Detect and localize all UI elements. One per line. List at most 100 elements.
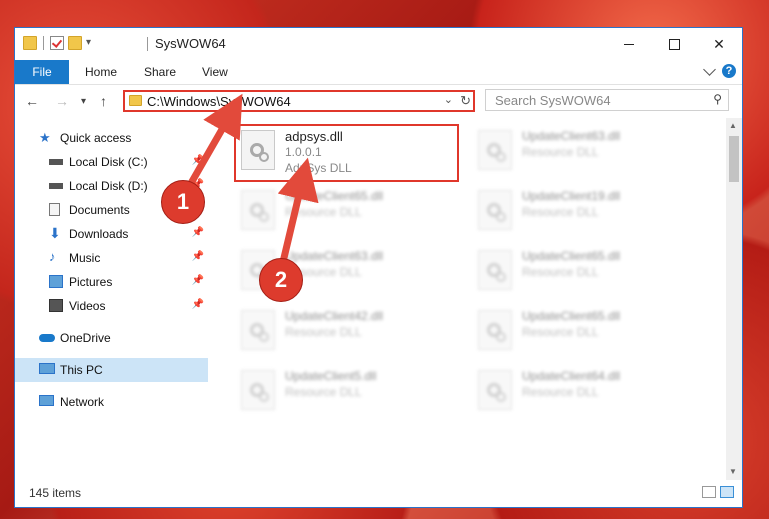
sidebar-item-label: Network [60, 395, 105, 409]
file-name: UpdateClient19.dll [522, 189, 621, 203]
dll-file-icon [241, 310, 275, 350]
sidebar-item-local-disk-c[interactable]: Local Disk (C:) 📌 [15, 150, 208, 174]
details-view-icon[interactable] [702, 486, 716, 498]
new-folder-icon[interactable] [68, 36, 82, 50]
drive-icon [49, 183, 63, 189]
tab-share[interactable]: Share [130, 60, 190, 84]
sidebar-item-label: Music [69, 251, 101, 265]
vertical-scrollbar[interactable]: ▲ ▼ [726, 118, 742, 480]
back-arrow-icon[interactable]: ← [25, 93, 39, 109]
search-icon[interactable]: ⚲ [713, 92, 722, 106]
address-bar[interactable]: C:\Windows\SysWOW64 ⌄ ↻ [123, 90, 475, 112]
scroll-down-icon[interactable]: ▼ [729, 467, 737, 476]
address-folder-icon [129, 95, 142, 106]
recent-locations-icon[interactable]: ▾ [81, 96, 86, 107]
dll-file-icon [478, 310, 512, 350]
folder-icon[interactable] [23, 36, 37, 50]
address-path[interactable]: C:\Windows\SysWOW64 [147, 94, 291, 109]
file-type: Resource DLL [522, 205, 599, 219]
dll-file-icon [241, 370, 275, 410]
item-count: 145 items [29, 486, 82, 500]
sidebar-item-quick-access[interactable]: ★ Quick access [15, 126, 208, 150]
view-switcher [702, 486, 734, 498]
sidebar-item-label: Quick access [60, 131, 132, 145]
ribbon-right-controls: ? [703, 63, 736, 78]
step-marker-2: 2 [259, 258, 303, 302]
file-name: UpdateClient65.dll [522, 249, 621, 263]
search-box[interactable]: Search SysWOW64 ⚲ [485, 89, 729, 111]
file-item[interactable]: UpdateClient65.dll Resource DLL [474, 246, 694, 298]
tab-file[interactable]: File [15, 60, 69, 84]
file-item[interactable]: UpdateClient5.dll Resource DLL [237, 366, 457, 418]
tiles-view-icon[interactable] [720, 486, 734, 498]
pin-icon: 📌 [191, 299, 204, 310]
file-type: Resource DLL [522, 145, 599, 159]
pin-icon: 📌 [191, 155, 204, 166]
sidebar-item-label: Videos [69, 299, 106, 313]
dll-file-icon [241, 190, 275, 230]
up-arrow-icon[interactable]: ↑ [100, 93, 107, 109]
expand-ribbon-icon[interactable] [703, 63, 716, 76]
file-name: UpdateClient65.dll [522, 309, 621, 323]
pin-icon: 📌 [191, 251, 204, 262]
sidebar-item-network[interactable]: Network [15, 390, 208, 414]
file-type: Resource DLL [522, 325, 599, 339]
close-icon: ✕ [713, 35, 725, 52]
file-item[interactable]: UpdateClient64.dll Resource DLL [474, 366, 694, 418]
sidebar-item-music[interactable]: ♪ Music 📌 [15, 246, 208, 270]
computer-icon [39, 363, 55, 374]
address-dropdown-icon[interactable]: ⌄ [444, 93, 453, 106]
ribbon: File Home Share View ? [15, 60, 742, 85]
title-bar: ▾ SysWOW64 ✕ [15, 28, 742, 60]
maximize-icon [668, 38, 680, 50]
tab-view[interactable]: View [188, 60, 242, 84]
dll-file-icon [478, 190, 512, 230]
refresh-icon[interactable]: ↻ [460, 93, 471, 109]
file-item[interactable]: UpdateClient19.dll Resource DLL [474, 186, 694, 238]
help-icon[interactable]: ? [722, 64, 736, 78]
file-name: UpdateClient63.dll [285, 249, 384, 263]
file-name: UpdateClient42.dll [285, 309, 384, 323]
sidebar-item-label: Documents [69, 203, 130, 217]
file-name: UpdateClient64.dll [522, 369, 621, 383]
file-name: UpdateClient65.dll [285, 189, 384, 203]
sidebar-item-downloads[interactable]: ⬇ Downloads 📌 [15, 222, 208, 246]
download-icon: ⬇ [49, 225, 61, 241]
tab-home[interactable]: Home [71, 60, 131, 84]
forward-arrow-icon[interactable]: → [55, 93, 69, 109]
scroll-up-icon[interactable]: ▲ [729, 121, 737, 130]
drive-icon [49, 159, 63, 165]
navigation-bar: ← → ▾ ↑ C:\Windows\SysWOW64 ⌄ ↻ Search S… [15, 85, 742, 117]
dll-file-icon [478, 130, 512, 170]
file-type: Resource DLL [285, 325, 362, 339]
file-item[interactable]: UpdateClient65.dll Resource DLL [474, 306, 694, 358]
star-icon: ★ [39, 130, 51, 145]
sidebar-item-onedrive[interactable]: OneDrive [15, 326, 208, 350]
file-highlight-box [234, 124, 459, 182]
sidebar-item-label: This PC [60, 363, 103, 377]
sidebar-item-videos[interactable]: Videos 📌 [15, 294, 208, 318]
close-button[interactable]: ✕ [696, 28, 742, 60]
music-icon: ♪ [49, 249, 56, 264]
customize-toolbar-icon[interactable]: ▾ [86, 36, 100, 50]
minimize-button[interactable] [606, 28, 652, 60]
file-item[interactable]: UpdateClient63.dll Resource DLL [474, 126, 694, 178]
sidebar-item-pictures[interactable]: Pictures 📌 [15, 270, 208, 294]
file-name: UpdateClient63.dll [522, 129, 621, 143]
title-divider [147, 37, 148, 51]
file-item[interactable]: UpdateClient42.dll Resource DLL [237, 306, 457, 358]
file-item[interactable]: UpdateClient65.dll Resource DLL [237, 186, 457, 238]
scroll-thumb[interactable] [729, 136, 739, 182]
file-name: UpdateClient5.dll [285, 369, 377, 383]
video-icon [49, 299, 63, 312]
minimize-icon [624, 43, 634, 45]
maximize-button[interactable] [651, 28, 697, 60]
sidebar-item-this-pc[interactable]: This PC [15, 358, 208, 382]
sidebar-item-label: Local Disk (C:) [69, 155, 148, 169]
explorer-window: ▾ SysWOW64 ✕ File Home Share View ? ← → … [14, 27, 743, 508]
toolbar-divider [43, 36, 44, 50]
properties-icon[interactable] [50, 36, 64, 50]
sidebar-item-label: Pictures [69, 275, 113, 289]
sidebar-item-label: Downloads [69, 227, 129, 241]
document-icon [49, 203, 60, 216]
